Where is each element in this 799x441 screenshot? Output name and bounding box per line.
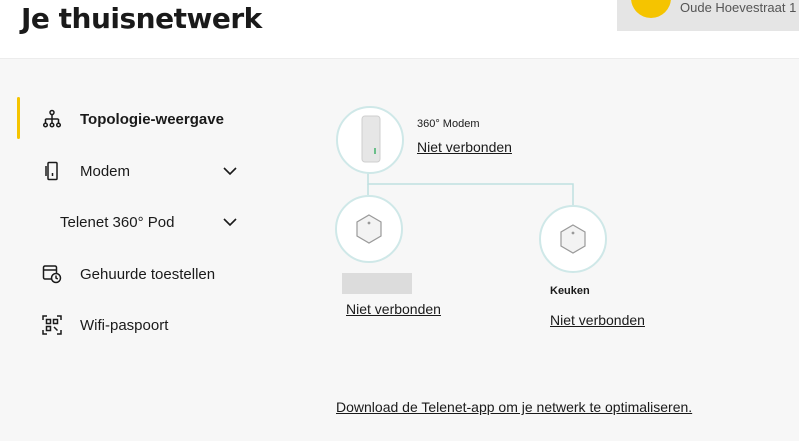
sidebar-item-label: Gehuurde toestellen — [80, 265, 216, 283]
chevron-down-icon[interactable] — [221, 213, 239, 231]
sidebar-item-pod[interactable]: Telenet 360° Pod — [60, 207, 174, 237]
chevron-down-icon[interactable] — [221, 162, 239, 180]
modem-status-link[interactable]: Niet verbonden — [417, 139, 512, 155]
pod-status-link-keuken[interactable]: Niet verbonden — [550, 312, 645, 328]
pod-device-icon — [560, 224, 586, 254]
sidebar-item-wifi-passport[interactable]: Wifi-paspoort — [40, 310, 168, 340]
pod-node[interactable] — [335, 195, 403, 263]
sidebar-item-label: Modem — [80, 162, 131, 180]
modem-node[interactable] — [336, 106, 404, 174]
rented-devices-icon — [40, 262, 64, 286]
download-app-link[interactable]: Download de Telenet-app om je netwerk te… — [336, 399, 692, 415]
modem-device-icon — [361, 115, 381, 163]
page-header: Je thuisnetwerk Oude Hoevestraat 1 — [0, 0, 799, 59]
address-text: Oude Hoevestraat 1 — [680, 0, 797, 15]
pod-status-link[interactable]: Niet verbonden — [346, 301, 441, 317]
sidebar-item-topology[interactable]: Topologie-weergave — [40, 104, 224, 134]
modem-icon — [40, 159, 64, 183]
pod-node-keuken[interactable] — [539, 205, 607, 273]
sidebar-item-label: Topologie-weergave — [80, 110, 224, 128]
sidebar-item-modem[interactable]: Modem — [40, 156, 130, 186]
qr-code-icon — [40, 313, 64, 337]
sidebar-item-label: Telenet 360° Pod — [60, 213, 175, 231]
pod-device-icon — [356, 214, 382, 244]
page-title: Je thuisnetwerk — [21, 2, 262, 35]
topology-icon — [40, 107, 64, 131]
address-avatar — [631, 0, 671, 18]
pod-name-keuken: Keuken — [550, 285, 590, 297]
sidebar-item-rented-devices[interactable]: Gehuurde toestellen — [40, 259, 215, 289]
active-indicator — [17, 97, 20, 139]
sidebar-item-label: Wifi-paspoort — [80, 316, 169, 334]
address-selector[interactable]: Oude Hoevestraat 1 — [617, 0, 799, 31]
modem-name: 360° Modem — [417, 118, 480, 130]
pod-name-redacted — [342, 273, 412, 294]
